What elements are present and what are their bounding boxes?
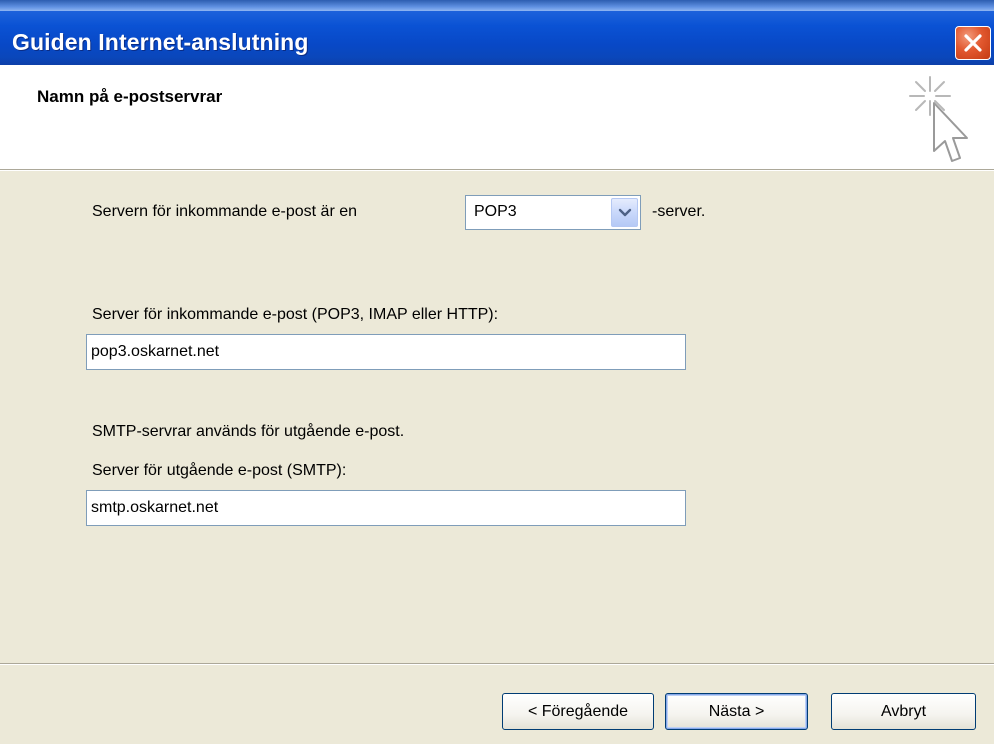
back-button[interactable]: < Föregående [502,693,654,730]
incoming-server-label: Server för inkommande e-post (POP3, IMAP… [92,306,499,323]
chevron-down-icon [618,208,631,216]
title-bar[interactable]: Guiden Internet-anslutning [0,0,994,65]
cancel-button[interactable]: Avbryt [831,693,976,730]
close-button[interactable] [955,26,991,60]
window-title: Guiden Internet-anslutning [12,29,309,55]
footer-separator [0,663,994,665]
wizard-header: Namn på e-postservrar [0,65,994,169]
close-icon [964,34,982,52]
outgoing-server-label: Server för utgående e-post (SMTP): [92,462,347,479]
next-button[interactable]: Nästa > [665,693,808,730]
server-type-select[interactable]: POP3 [465,195,641,230]
header-separator [0,169,994,171]
incoming-server-input[interactable] [86,334,686,370]
title-bar-top-strip [0,0,994,11]
server-type-dropdown-button[interactable] [611,198,638,227]
outgoing-server-input[interactable] [86,490,686,526]
page-title: Namn på e-postservrar [37,87,223,106]
wizard-window: Guiden Internet-anslutning Namn på e-pos… [0,0,994,744]
server-type-label: Servern för inkommande e-post är en [92,203,358,220]
wizard-sparkle-cursor-icon [909,76,968,162]
server-type-suffix: -server. [652,203,706,220]
smtp-info-text: SMTP-servrar används för utgående e-post… [92,423,405,440]
server-type-value: POP3 [474,203,517,220]
